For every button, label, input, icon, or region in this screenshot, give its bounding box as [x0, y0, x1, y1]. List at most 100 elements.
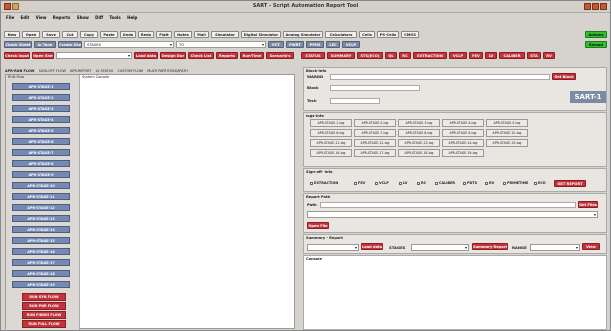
load-data-button[interactable]: Load data [134, 52, 158, 59]
summary-select[interactable]: ▾ [307, 244, 359, 251]
summary-button[interactable]: SUMMARY [327, 52, 355, 59]
stages-to-select[interactable]: TO ▾ [176, 41, 266, 48]
calculators-button[interactable]: Calculators [325, 31, 357, 38]
menu-show[interactable]: Show [77, 14, 89, 22]
stage-button[interactable]: APR-STAGE-18 [12, 270, 70, 277]
reload-button[interactable]: Reload [585, 41, 607, 48]
log-button[interactable]: APR-STAGE-10-log [486, 129, 528, 137]
tab-custom-flow[interactable]: CUSTOM FLOW [118, 69, 143, 73]
log-button[interactable]: APR-STAGE-4-log [442, 119, 484, 127]
vclp-checkbox[interactable]: VCLP [375, 181, 389, 185]
maximize-icon[interactable] [592, 3, 599, 10]
log-button[interactable]: APR-STAGE-8-log [398, 129, 440, 137]
rc-button[interactable]: RC [399, 52, 411, 59]
get-block-button[interactable]: Get Block [552, 73, 576, 80]
run-pnr-flow-button[interactable]: RUN PNR FLOW [22, 302, 66, 310]
tab-apr-run-flow[interactable]: APR-RUN FLOW [5, 69, 35, 73]
log-button[interactable]: APR-STAGE-17-log [354, 149, 396, 157]
vclp-button[interactable]: VCLP [342, 41, 360, 48]
stage-button[interactable]: APR-STAGE-5 [12, 127, 70, 134]
in-tune-button[interactable]: In Tune [34, 41, 56, 48]
block-input[interactable] [330, 85, 420, 91]
path-input[interactable] [320, 202, 576, 208]
stage-button[interactable]: APR-STAGE-8 [12, 160, 70, 167]
log-button[interactable]: APR-STAGE-12-log [354, 139, 396, 147]
shell-select[interactable]: ▾ [56, 52, 132, 59]
new-button[interactable]: New [4, 31, 20, 38]
cells-button[interactable]: Cells [359, 31, 375, 38]
simulator-button[interactable]: Simulator [211, 31, 239, 38]
rv-checkbox[interactable]: RV [485, 181, 494, 185]
tab-lv-status[interactable]: LV STATUS [96, 69, 114, 73]
tech-input[interactable] [330, 98, 380, 104]
log-button[interactable]: APR-STAGE-18-log [398, 149, 440, 157]
range-select[interactable]: ▾ [530, 244, 580, 251]
open-file-button[interactable]: Open File [307, 222, 329, 229]
log-button[interactable]: APR-STAGE-11-log [310, 139, 352, 147]
log-button[interactable]: APR-STAGE-16-log [310, 149, 352, 157]
ps-cells-button[interactable]: PS-Cells [377, 31, 399, 38]
lec-button[interactable]: LEC [326, 41, 340, 48]
lv-button[interactable]: LV [485, 52, 497, 59]
stage-button[interactable]: APR-STAGE-16 [12, 248, 70, 255]
menu-view[interactable]: View [36, 14, 47, 22]
pphs-button[interactable]: PPHS [306, 41, 324, 48]
actions-button[interactable]: Actions [585, 31, 607, 38]
rc-checkbox[interactable]: RC [417, 181, 426, 185]
log-button[interactable]: APR-STAGE-15-log [486, 139, 528, 147]
analog-simulator-button[interactable]: Analog Simulator [283, 31, 323, 38]
stages-from-select[interactable]: STAGES ▾ [84, 41, 174, 48]
create-shell-button[interactable]: Create Shell [58, 41, 82, 48]
menu-edit[interactable]: Edit [20, 14, 29, 22]
status-button[interactable]: STATUS [301, 52, 325, 59]
caliber-button[interactable]: CALIBER [499, 52, 525, 59]
fev-checkbox[interactable]: FEV [354, 181, 365, 185]
stage-button[interactable]: APR-STAGE-13 [12, 215, 70, 222]
stage-button[interactable]: APR-STAGE-19 [12, 281, 70, 288]
menu-diff[interactable]: Diff [95, 14, 103, 22]
stage-button[interactable]: APR-STAGE-4 [12, 116, 70, 123]
cmos-button[interactable]: CMOS [401, 31, 419, 38]
minimize-icon[interactable] [584, 3, 591, 10]
check-sheet-button[interactable]: Check Sheet [4, 41, 32, 48]
log-button[interactable]: APR-STAGE-7-log [354, 129, 396, 137]
redo-button[interactable]: Redo [138, 31, 154, 38]
sts-eco-button[interactable]: STS(ECO) [357, 52, 383, 59]
stage-button[interactable]: APR-STAGE-15 [12, 237, 70, 244]
fev-button[interactable]: FEV [469, 52, 483, 59]
mail-button[interactable]: Mail [194, 31, 209, 38]
design-dur-button[interactable]: Design Dur [160, 52, 186, 59]
check-inputs-button[interactable]: Check Inputs [4, 52, 30, 59]
log-button[interactable]: APR-STAGE-5-log [486, 119, 528, 127]
notes-button[interactable]: Notes [174, 31, 192, 38]
tab-sign-off-flow[interactable]: SIGN-OFF FLOW [39, 69, 66, 73]
pwrt-button[interactable]: PWRT [286, 41, 304, 48]
stage-button[interactable]: APR-STAGE-9 [12, 171, 70, 178]
run-finish-flow-button[interactable]: RUN FINISH FLOW [22, 311, 66, 319]
run-time-button[interactable]: Run-Time [240, 52, 264, 59]
summary-stages-select[interactable]: ▾ [411, 244, 469, 251]
digital-simulator-button[interactable]: Digital Simulator [241, 31, 281, 38]
log-button[interactable]: APR-STAGE-13-log [398, 139, 440, 147]
stage-button[interactable]: APR-STAGE-17 [12, 259, 70, 266]
stage-button[interactable]: APR-STAGE-1 [12, 83, 70, 90]
log-button[interactable]: APR-STAGE-2-log [354, 119, 396, 127]
log-button[interactable]: APR-STAGE-14-log [442, 139, 484, 147]
extraction-checkbox[interactable]: EXTRACTION [310, 181, 338, 185]
stage-button[interactable]: APR-STAGE-10 [12, 182, 70, 189]
get-report-button[interactable]: GET REPORT [554, 180, 586, 187]
wardd-input[interactable] [330, 74, 550, 80]
log-button[interactable]: APR-STAGE-6-log [310, 129, 352, 137]
tab-apr-report[interactable]: APR-REPORT [70, 69, 91, 73]
stage-button[interactable]: APR-STAGE-12 [12, 204, 70, 211]
log-button[interactable]: APR-STAGE-19-log [442, 149, 484, 157]
run-full-flow-button[interactable]: RUN FULL FLOW [22, 320, 66, 328]
open-button[interactable]: Open [22, 31, 40, 38]
flatt-button[interactable]: Flatt [156, 31, 172, 38]
stage-button[interactable]: APR-STAGE-2 [12, 94, 70, 101]
copy-button[interactable]: Copy [80, 31, 98, 38]
summary-report-button[interactable]: Summary Report [472, 243, 508, 250]
stage-button[interactable]: APR-STAGE-11 [12, 193, 70, 200]
menu-file[interactable]: File [6, 14, 14, 22]
scenarios-button[interactable]: Scenario's [266, 52, 294, 59]
